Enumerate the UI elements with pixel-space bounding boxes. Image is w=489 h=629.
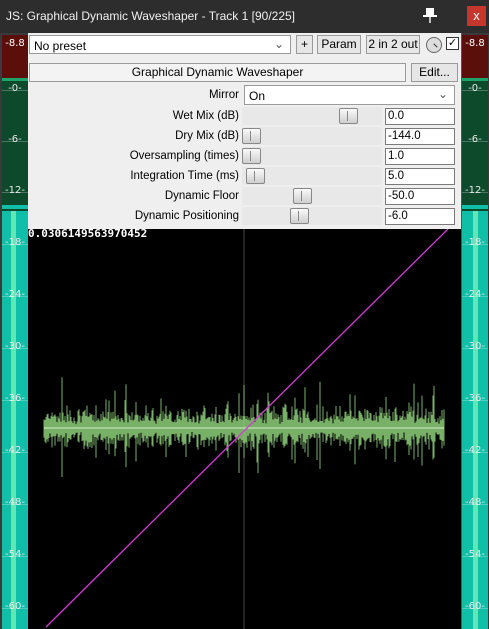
meter-scale-label: -12- [465,185,485,196]
slider-value-input[interactable]: 0.0 [385,108,455,125]
slider-track[interactable] [242,187,382,205]
slider-value-input[interactable]: 5.0 [385,168,455,185]
slider-track[interactable] [242,147,382,165]
meter-scale-label: -42- [465,445,485,456]
meter-scale-label: -30- [465,341,485,352]
slider-value-input[interactable]: -50.0 [385,188,455,205]
slider-thumb[interactable] [242,128,261,144]
meter-scale-label: -24- [5,289,25,300]
preset-value: No preset [34,39,87,53]
meter-peak-readout-left: -8.8 [5,38,25,49]
meter-scale-label: -18- [465,237,485,248]
meter-scale-label: -30- [5,341,25,352]
slider-thumb[interactable] [242,148,261,164]
slider-label: Integration Time (ms) [130,170,239,182]
mirror-label: Mirror [208,89,239,101]
slider-thumb[interactable] [292,188,312,204]
slider-track[interactable] [242,167,382,185]
meter-scale-label: -24- [465,289,485,300]
slider-track[interactable] [242,127,382,145]
add-preset-button[interactable]: + [296,35,313,54]
meter-scale-label: -36- [5,393,25,404]
title-bar: JS: Graphical Dynamic Waveshaper - Track… [0,0,489,33]
edit-button[interactable]: Edit... [411,63,458,82]
meter-peak-readout-right: -8.8 [465,38,485,49]
slider-thumb[interactable] [338,108,358,124]
meter-scale-label: -54- [465,549,485,560]
window-title: JS: Graphical Dynamic Waveshaper - Track… [6,9,296,23]
meter-scale-label: -6- [468,134,482,145]
plugin-panel: No preset ⌄ + Param 2 in 2 out ✓ Graphic… [28,33,461,229]
right-level-meter: -8.8 -0- -6- -12- -18- -24- -30- -36- -42- -48- -… [462,35,488,629]
meter-scale-label: -0- [8,83,22,94]
preset-dropdown[interactable]: No preset ⌄ [29,35,291,54]
transfer-curve-graph[interactable]: 0.0306149563970452 [28,229,461,629]
curve-readout: 0.0306149563970452 [28,229,148,240]
meter-scale-label: -6- [8,134,22,145]
mirror-value: On [249,89,266,103]
slider-label: Dry Mix (dB) [175,130,239,142]
plugin-name-bar: Graphical Dynamic Waveshaper [29,63,406,82]
meter-scale-label: -54- [5,549,25,560]
slider-label: Dynamic Positioning [134,210,239,222]
param-button[interactable]: Param [317,35,361,54]
io-routing-button[interactable]: 2 in 2 out [366,35,420,54]
meter-scale-label: -0- [468,83,482,94]
meter-scale-label: -12- [5,185,25,196]
pin-icon[interactable] [420,5,440,25]
wet-knob-icon[interactable] [426,37,442,53]
slider-track[interactable] [242,207,382,225]
meter-scale-label: -48- [465,497,485,508]
slider-label: Dynamic Floor [164,190,239,202]
slider-value-input[interactable]: 1.0 [385,148,455,165]
meter-scale-label: -48- [5,497,25,508]
left-level-meter: -8.8 -0- -6- -12- -18- -24- -30- -36- -42- -48- -… [2,35,28,629]
close-button[interactable]: x [467,6,486,26]
chevron-down-icon: ⌄ [273,37,284,51]
meter-scale-label: -60- [5,601,25,612]
meter-scale-label: -36- [465,393,485,404]
slider-track[interactable] [242,107,382,125]
slider-label: Wet Mix (dB) [172,110,239,122]
meter-scale-label: -60- [465,601,485,612]
chevron-down-icon: ⌄ [437,87,448,101]
slider-value-input[interactable]: -144.0 [385,128,455,145]
slider-thumb[interactable] [290,208,310,224]
slider-label: Oversampling (times) [129,150,239,162]
mirror-dropdown[interactable]: On ⌄ [244,85,455,105]
meter-scale-label: -42- [5,445,25,456]
slider-value-input[interactable]: -6.0 [385,208,455,225]
slider-thumb[interactable] [245,168,265,184]
graph-canvas [43,229,449,629]
bypass-checkbox[interactable]: ✓ [446,37,459,50]
meter-scale-label: -18- [5,237,25,248]
